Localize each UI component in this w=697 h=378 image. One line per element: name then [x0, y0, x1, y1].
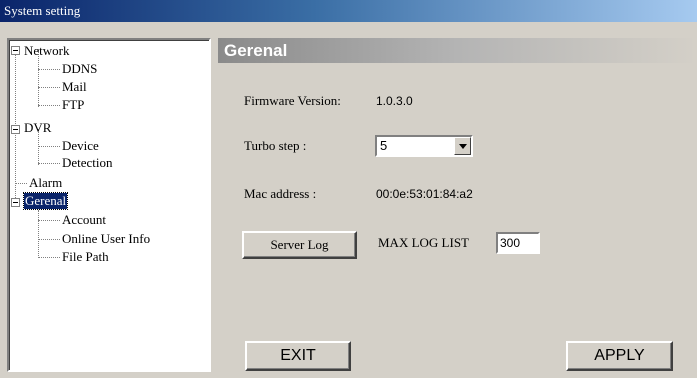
tree-line [38, 146, 60, 147]
firmware-label: Firmware Version: [244, 93, 341, 108]
tree-item-file-path[interactable]: File Path [62, 249, 109, 265]
settings-tree[interactable]: Network DDNS Mail FTP DVR Device Detecti… [7, 38, 211, 372]
tree-line [38, 87, 60, 88]
max-log-list-input[interactable]: 300 [496, 232, 540, 254]
tree-line [38, 105, 60, 106]
tree-item-network[interactable]: Network [24, 43, 70, 59]
server-log-button[interactable]: Server Log [242, 231, 357, 259]
dropdown-arrow-icon[interactable] [454, 137, 471, 155]
panel-header: Gerenal [218, 38, 697, 63]
tree-item-gerenal[interactable]: Gerenal [22, 192, 69, 210]
collapse-gerenal-icon[interactable] [11, 198, 20, 207]
tree-line [38, 210, 39, 258]
mac-address-label: Mac address : [244, 186, 317, 201]
tree-line [38, 220, 60, 221]
tree-item-ftp[interactable]: FTP [62, 97, 84, 113]
tree-item-detection[interactable]: Detection [62, 155, 113, 171]
tree-item-device[interactable]: Device [62, 138, 99, 154]
collapse-network-icon[interactable] [11, 46, 20, 55]
turbo-step-select[interactable]: 5 [375, 135, 473, 157]
tree-item-account[interactable]: Account [62, 212, 106, 228]
mac-address-value: 00:0e:53:01:84:a2 [376, 187, 473, 201]
turbo-step-value: 5 [380, 138, 388, 153]
tree-line [38, 239, 60, 240]
tree-line [15, 183, 27, 184]
window-title: System setting [0, 0, 697, 22]
collapse-dvr-icon[interactable] [11, 125, 20, 134]
tree-line [38, 257, 60, 258]
tree-item-ddns[interactable]: DDNS [62, 61, 97, 77]
apply-button[interactable]: APPLY [566, 341, 673, 371]
tree-item-mail[interactable]: Mail [62, 79, 87, 95]
max-log-list-label: MAX LOG LIST [378, 235, 469, 250]
tree-line [38, 69, 60, 70]
firmware-value: 1.0.3.0 [376, 94, 413, 108]
tree-line [38, 163, 60, 164]
turbo-step-label: Turbo step : [244, 138, 307, 153]
exit-button[interactable]: EXIT [245, 341, 351, 371]
tree-item-alarm[interactable]: Alarm [29, 175, 62, 191]
tree-item-dvr[interactable]: DVR [24, 120, 51, 136]
tree-item-online-user-info[interactable]: Online User Info [62, 231, 150, 247]
